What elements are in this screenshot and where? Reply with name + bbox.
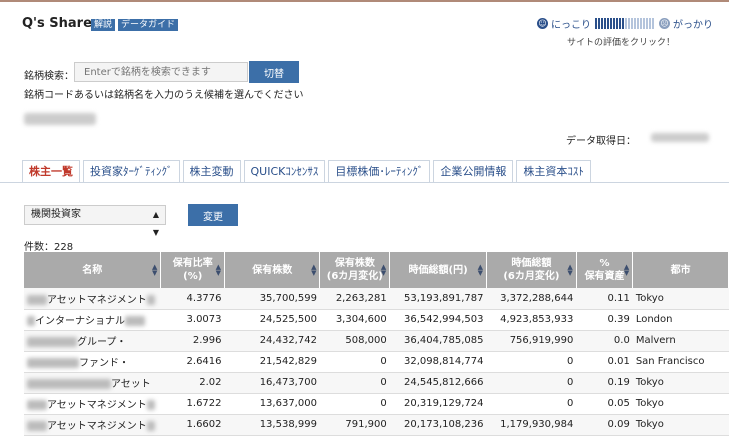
sort-icon[interactable]: ▲ ▼	[381, 264, 386, 277]
col-header-market-value-change[interactable]: 時価総額 (6カ月変化) ▲ ▼	[486, 252, 577, 288]
rating-positive-label[interactable]: にっこり	[551, 16, 591, 31]
sort-icon[interactable]: ▲ ▼	[567, 264, 572, 277]
brand-title[interactable]: Q's Share	[22, 16, 92, 31]
rating-scale[interactable]	[595, 18, 655, 29]
tab-target-price-rating[interactable]: 目標株価･ﾚｰﾃｨﾝｸﾞ	[328, 160, 431, 182]
investor-type-select[interactable]: 機関投資家 ▲ ▼	[24, 205, 166, 237]
redacted-text	[27, 337, 77, 347]
col-header-pct-assets[interactable]: % 保有資産 ▲ ▼	[576, 252, 634, 288]
change-button[interactable]: 変更	[188, 204, 238, 226]
data-guide-tag[interactable]: データガイド	[118, 19, 179, 31]
redacted-text	[27, 379, 111, 389]
rating-note: サイトの評価をクリック！	[567, 38, 676, 48]
select-arrows-icon: ▲ ▼	[152, 210, 159, 237]
tab-shareholder-list[interactable]: 株主一覧	[22, 160, 80, 182]
tab-quick-consensus[interactable]: QUICKｺﾝｾﾝｻｽ	[243, 160, 326, 182]
tab-corporate-disclosure[interactable]: 企業公開情報	[433, 160, 514, 182]
rating-negative-label[interactable]: がっかり	[673, 16, 713, 31]
frown-icon[interactable]: ☹	[659, 18, 670, 29]
data-date-label: データ取得日：	[566, 136, 636, 147]
search-label: 銘柄検索：	[24, 71, 74, 82]
redacted-text	[27, 294, 47, 305]
col-header-shares[interactable]: 保有株数 ▲ ▼	[224, 252, 321, 288]
sort-icon[interactable]: ▲ ▼	[216, 264, 221, 277]
redacted-text	[146, 421, 155, 431]
table-row[interactable]: グループ・ 2.996 24,432,742 508,000 36,404,78…	[24, 330, 729, 352]
col-header-ratio[interactable]: 保有比率 (%) ▲ ▼	[160, 252, 226, 288]
investor-type-value: 機関投資家	[31, 209, 81, 220]
redacted-text	[146, 294, 155, 305]
sort-icon[interactable]: ▲ ▼	[311, 264, 316, 277]
table-row[interactable]: アセット 2.02 16,473,700 0 24,545,812,666 0 …	[24, 372, 729, 394]
tab-cost-of-equity[interactable]: 株主資本ｺｽﾄ	[516, 160, 591, 182]
tab-shareholder-change[interactable]: 株主変動	[182, 160, 241, 182]
site-rating[interactable]: ☺ にっこり ☹ がっかり	[537, 16, 713, 31]
explain-tag[interactable]: 解説	[91, 19, 116, 31]
data-date-redacted	[651, 133, 709, 142]
redacted-text	[27, 400, 47, 410]
table-row[interactable]: アセットマネジメント 1.6722 13,637,000 0 20,319,12…	[24, 393, 729, 415]
sort-icon[interactable]: ▲ ▼	[478, 264, 483, 277]
table-row[interactable]: インターナショナル 3.0073 24,525,500 3,304,600 36…	[24, 309, 729, 331]
redacted-text	[125, 316, 145, 326]
col-header-shares-change[interactable]: 保有株数 (6カ月変化) ▲ ▼	[319, 252, 391, 288]
search-input[interactable]	[74, 62, 248, 82]
table-row[interactable]: アセットマネジメント 4.3776 35,700,599 2,263,281 5…	[24, 288, 729, 310]
redacted-text	[146, 400, 155, 410]
smile-icon[interactable]: ☺	[537, 18, 548, 29]
redacted-text	[27, 421, 47, 431]
tab-investor-targeting[interactable]: 投資家ﾀｰｹﾞﾃｨﾝｸﾞ	[83, 160, 180, 182]
tab-divider	[0, 182, 729, 183]
shareholder-table: 名称 ▲ ▼ 保有比率 (%) ▲ ▼ 保有株数 ▲ ▼ 保有株数 (6カ月変化) ▲ ▼ 時価…	[24, 252, 729, 436]
redacted-text	[27, 358, 79, 368]
table-row[interactable]: ファンド・ 2.6416 21,542,829 0 32,098,814,774…	[24, 351, 729, 373]
col-header-city: 都市	[632, 252, 729, 288]
search-help-text: 銘柄コードあるいは銘柄名を入力のうえ候補を選んでください	[24, 90, 304, 101]
stock-name-redacted	[24, 113, 96, 125]
col-header-market-value[interactable]: 時価総額(円) ▲ ▼	[389, 252, 488, 288]
tab-bar: 株主一覧 投資家ﾀｰｹﾞﾃｨﾝｸﾞ 株主変動 QUICKｺﾝｾﾝｻｽ 目標株価･…	[22, 160, 594, 182]
sort-icon[interactable]: ▲ ▼	[624, 264, 629, 277]
col-header-name[interactable]: 名称 ▲ ▼	[24, 252, 162, 288]
sort-icon[interactable]: ▲ ▼	[152, 264, 157, 277]
table-row[interactable]: アセットマネジメント 1.6602 13,538,999 791,900 20,…	[24, 414, 729, 436]
switch-button[interactable]: 切替	[249, 61, 299, 83]
redacted-text	[27, 316, 35, 326]
result-count: 件数：228	[24, 242, 74, 253]
